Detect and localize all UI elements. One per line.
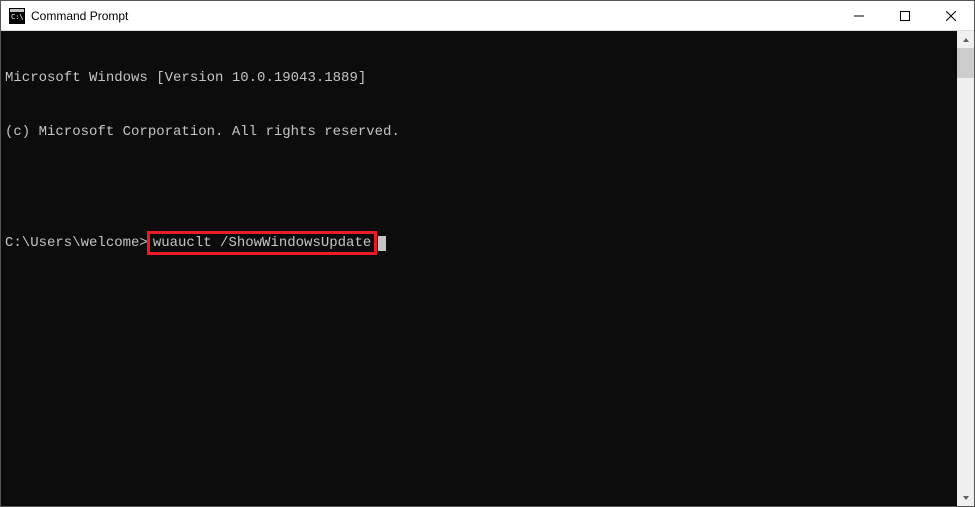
scrollbar-down-button[interactable] [957, 489, 974, 506]
version-line: Microsoft Windows [Version 10.0.19043.18… [5, 69, 953, 87]
terminal-area: Microsoft Windows [Version 10.0.19043.18… [1, 31, 974, 506]
scrollbar-up-button[interactable] [957, 31, 974, 48]
cursor [378, 236, 386, 251]
scrollbar-thumb[interactable] [957, 48, 974, 78]
blank-line [5, 177, 953, 195]
app-icon: C:\ [9, 8, 25, 24]
highlighted-command: wuauclt /ShowWindowsUpdate [147, 231, 377, 255]
window-title: Command Prompt [31, 9, 836, 23]
terminal-content[interactable]: Microsoft Windows [Version 10.0.19043.18… [1, 31, 957, 506]
scrollbar-track[interactable] [957, 48, 974, 489]
vertical-scrollbar[interactable] [957, 31, 974, 506]
prompt-line: C:\Users\welcome>wuauclt /ShowWindowsUpd… [5, 231, 953, 255]
command-prompt-window: C:\ Command Prompt Microsoft Windows [Ve… [0, 0, 975, 507]
window-controls [836, 1, 974, 30]
copyright-line: (c) Microsoft Corporation. All rights re… [5, 123, 953, 141]
titlebar[interactable]: C:\ Command Prompt [1, 1, 974, 31]
minimize-button[interactable] [836, 1, 882, 30]
svg-text:C:\: C:\ [11, 13, 24, 21]
prompt-prefix: C:\Users\welcome> [5, 234, 148, 252]
close-button[interactable] [928, 1, 974, 30]
maximize-button[interactable] [882, 1, 928, 30]
